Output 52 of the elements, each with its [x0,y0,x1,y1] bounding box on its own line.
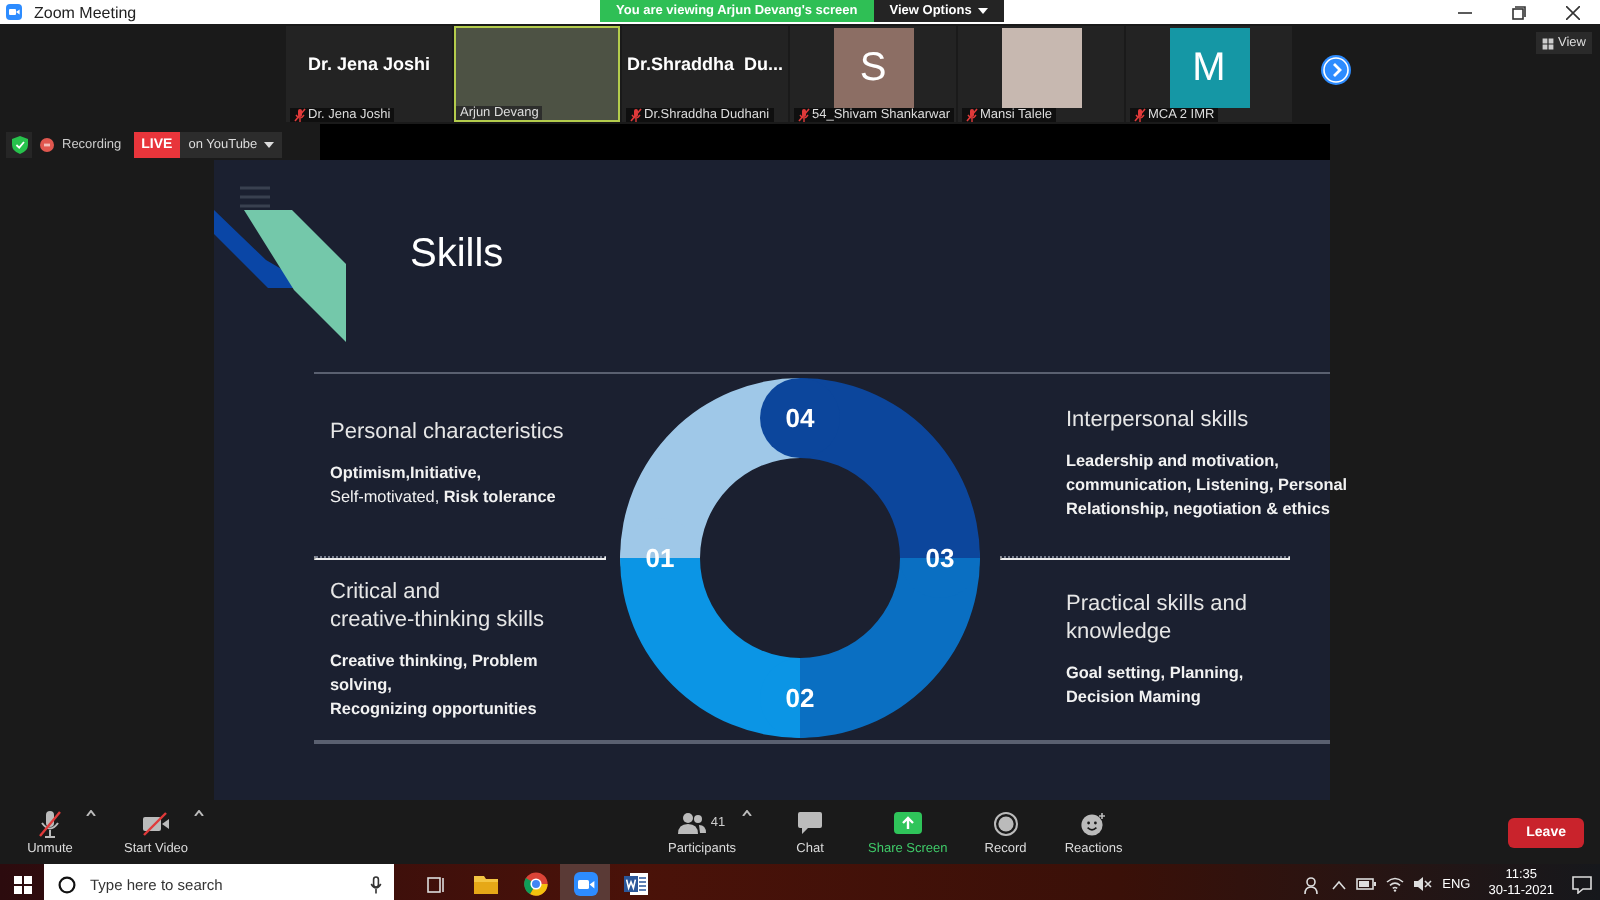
task-view-icon [425,875,445,893]
participant-name: Dr.Shraddha Du... [626,54,783,74]
document-icon [623,872,647,896]
close-icon[interactable] [1566,5,1580,19]
round-app-icon [523,872,547,896]
folder-icon [473,872,497,896]
section-text: Leadership and motivation, communication, Listening, Personal Relationship, negotiation & ethics [1066,450,1348,523]
section-text: Creative thinking, Problem solving, Recognizing opportunities [330,649,538,722]
chevron-up-icon[interactable] [1332,879,1347,889]
people-icon [678,812,707,834]
segment-number: 04 [785,402,815,432]
microphone-icon[interactable] [370,875,382,893]
chat-bubble-icon [798,812,823,834]
section-text: Optimism,Initiative, Self-motivated, Risk tolerance [330,462,556,511]
section-heading: Critical and creative-thinking skills [330,577,544,634]
wifi-icon[interactable] [1386,876,1405,892]
speaker-muted-icon[interactable] [1414,876,1433,892]
grid-icon [1542,37,1555,49]
share-screen-icon [893,812,922,834]
section-heading: Practical skills and knowledge [1066,589,1247,646]
taskbar-app[interactable] [560,864,610,900]
caret-icon[interactable] [194,809,205,815]
chevron-logo-drawing [214,210,350,342]
battery-icon[interactable] [1356,878,1377,890]
video-camera-icon [573,872,597,896]
section-heading: Personal characteristics [330,418,564,447]
segment-number: 02 [785,682,815,712]
people-icon[interactable] [1304,875,1323,893]
caret-icon[interactable] [742,809,753,815]
avatar-square: M [1169,28,1249,108]
record-dot-icon [40,138,54,152]
section-text: Goal setting, Planning, Decision Maming [1066,661,1244,710]
record-icon [993,811,1018,835]
maximize-icon[interactable] [1512,5,1526,19]
menu-icon [240,186,270,208]
segment-number: 01 [645,542,675,572]
search-circle-icon [58,875,76,893]
window-title: Zoom Meeting [34,3,137,21]
participant-name: Dr. Jena Joshi [307,54,431,74]
avatar-square: S [833,28,913,108]
segment-number: 03 [925,542,955,572]
shield-icon [11,136,27,154]
next-page-button[interactable] [1320,54,1352,86]
caret-icon [263,142,274,148]
notification-icon[interactable] [1572,875,1592,893]
caret-icon[interactable] [86,809,96,815]
smiley-icon [1080,811,1107,835]
caret-icon [977,8,988,14]
photo-placeholder [1001,28,1081,108]
windows-logo-icon[interactable] [13,875,31,893]
section-heading: Interpersonal skills [1066,406,1249,435]
slide-title: Skills [410,230,504,278]
